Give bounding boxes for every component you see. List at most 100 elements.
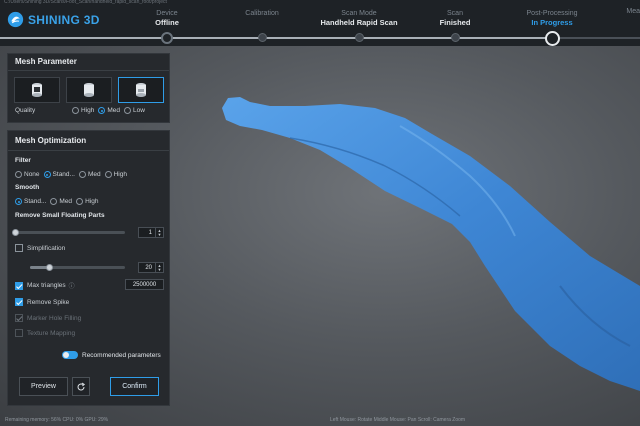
simplification-label: Simplification [27, 244, 66, 252]
recommended-toggle[interactable] [62, 351, 78, 359]
marker-hole-label: Marker Hole Filling [27, 314, 82, 322]
max-triangles-input[interactable]: 2500000 [125, 279, 164, 290]
option-label: Med [87, 171, 101, 178]
remove-floating-stepper[interactable]: 1 ▲ ▼ [138, 227, 164, 238]
step-dot-calibration[interactable] [257, 33, 267, 42]
quality-med-icon [84, 83, 94, 97]
option-label: High [85, 198, 99, 205]
step-calibration[interactable]: Calibration [217, 9, 307, 18]
refresh-icon [77, 382, 86, 390]
stepper-arrows-icon[interactable]: ▲ ▼ [155, 263, 163, 272]
smooth-standard-radio[interactable]: Stand... [15, 198, 46, 205]
quality-low-button[interactable] [118, 77, 164, 103]
quality-row: Quality High Med Low [15, 107, 149, 114]
step-value: In Progress [531, 18, 573, 27]
slider-knob[interactable] [11, 228, 19, 236]
step-value: Offline [155, 18, 179, 27]
step-dot-post-processing[interactable] [544, 30, 560, 46]
step-title: Scan [447, 10, 463, 17]
progress-track-done [0, 37, 552, 39]
shining3d-logo-icon [7, 11, 24, 28]
simplification-stepper[interactable]: 20 ▲ ▼ [138, 262, 164, 273]
recommended-row: Recommended parameters [62, 351, 161, 359]
top-bar: C:/Users/Shining 3D/Scans/Foot_Scan/hand… [0, 0, 640, 46]
filter-high-radio[interactable]: High [104, 171, 127, 178]
simplification-checkbox[interactable] [15, 244, 23, 252]
quality-high-icon [32, 83, 42, 97]
remove-floating-slider[interactable] [11, 228, 125, 236]
memory-status: Remaining memory: 56% CPU: 0% GPU: 29% [5, 417, 109, 423]
step-value: Handheld Rapid Scan [320, 18, 398, 27]
marker-hole-row: Marker Hole Filling [15, 314, 81, 322]
quality-label: Quality [15, 107, 36, 114]
step-value: Finished [439, 18, 471, 27]
mouse-hint: Left Mouse: Rotate Middle Mouse: Pan Scr… [330, 417, 466, 423]
max-triangles-checkbox[interactable] [15, 281, 23, 290]
marker-hole-checkbox [15, 314, 23, 322]
option-label: Med [59, 198, 73, 205]
option-label: None [24, 171, 40, 178]
scanned-foot-mesh[interactable] [222, 97, 640, 391]
max-triangles-label: Max triangles [27, 282, 66, 289]
option-label: Med [107, 107, 121, 114]
option-label: Stand... [52, 171, 75, 178]
mesh-parameter-panel: Mesh Parameter Quality High Med Low [7, 53, 170, 123]
refresh-button[interactable] [72, 377, 90, 396]
filter-options: None Stand... Med High [15, 171, 131, 178]
status-bar: Remaining memory: 56% CPU: 0% GPU: 29% L… [0, 415, 640, 426]
step-title: Device [156, 10, 178, 17]
smooth-options: Stand... Med High [15, 198, 102, 205]
remove-spike-checkbox[interactable] [15, 298, 23, 306]
quality-med-radio[interactable]: Med [98, 107, 120, 114]
remove-spike-label: Remove Spike [27, 298, 70, 306]
stepper-arrows-icon[interactable]: ▲ ▼ [155, 228, 163, 237]
recommended-label: Recommended parameters [82, 351, 161, 359]
remove-floating-label: Remove Small Floating Parts [15, 212, 105, 219]
confirm-button[interactable]: Confirm [110, 377, 159, 396]
mesh-viewport[interactable] [170, 46, 640, 415]
step-dot-scan[interactable] [450, 33, 460, 42]
step-device[interactable]: Device Offline [122, 9, 212, 28]
option-label: High [113, 171, 127, 178]
option-label: High [81, 107, 95, 114]
step-dot-scan-mode[interactable] [354, 33, 364, 42]
quality-icon-group [14, 77, 164, 103]
quality-low-icon [136, 83, 146, 97]
quality-low-radio[interactable]: Low [124, 107, 145, 114]
step-title: Calibration [245, 10, 279, 17]
logo-text: SHINING 3D [28, 12, 100, 27]
step-title: Post-Processing [526, 10, 578, 17]
panel-title: Mesh Parameter [8, 54, 169, 71]
quality-med-button[interactable] [66, 77, 112, 103]
simplification-row: Simplification [15, 244, 65, 252]
info-icon[interactable]: ⓘ [69, 281, 75, 290]
texture-mapping-checkbox [15, 329, 23, 337]
slider-knob[interactable] [45, 263, 53, 271]
smooth-label-row: Smooth [15, 184, 39, 191]
quality-high-radio[interactable]: High [72, 107, 94, 114]
step-post-processing[interactable]: Post-Processing In Progress [507, 9, 597, 28]
step-dot-device[interactable] [161, 31, 173, 44]
filter-med-radio[interactable]: Med [78, 171, 101, 178]
smooth-label: Smooth [15, 184, 40, 191]
logo: SHINING 3D [7, 11, 100, 28]
filter-standard-radio[interactable]: Stand... [43, 171, 75, 178]
step-title: Scan Mode [341, 10, 377, 17]
smooth-med-radio[interactable]: Med [50, 198, 72, 205]
step-measure-cut[interactable]: Mea [626, 8, 640, 15]
remove-spike-row: Remove Spike [15, 298, 69, 306]
panel-title: Mesh Optimization [8, 131, 169, 151]
filter-none-radio[interactable]: None [15, 171, 40, 178]
option-label: Stand... [24, 198, 47, 205]
step-scan[interactable]: Scan Finished [410, 9, 500, 28]
remove-floating-row: Remove Small Floating Parts [15, 212, 105, 219]
texture-mapping-row: Texture Mapping [15, 329, 75, 337]
smooth-high-radio[interactable]: High [76, 198, 98, 205]
stepper-value: 20 [145, 264, 152, 271]
simplification-slider[interactable] [30, 263, 125, 271]
quality-high-button[interactable] [14, 77, 60, 103]
preview-button[interactable]: Preview [19, 377, 68, 396]
step-scan-mode[interactable]: Scan Mode Handheld Rapid Scan [314, 9, 404, 28]
max-triangles-row: Max triangles ⓘ [15, 281, 75, 290]
mesh-optimization-panel: Mesh Optimization Filter None Stand... M… [7, 130, 170, 406]
